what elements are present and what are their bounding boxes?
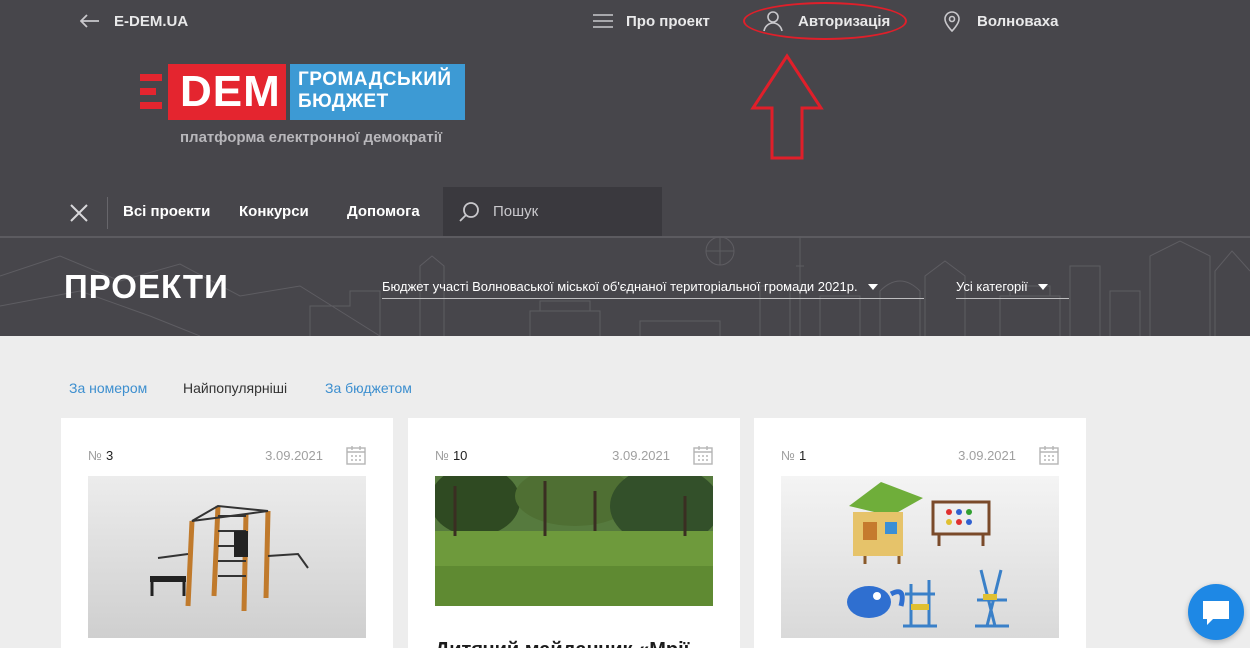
search-box[interactable]: [443, 187, 662, 236]
project-date: 3.09.2021: [265, 448, 323, 463]
projects-hero: ПРОЕКТИ Бюджет участі Волноваської міськ…: [0, 236, 1250, 336]
logo-budget-line1: ГРОМАДСЬКИЙ: [298, 69, 452, 90]
project-card[interactable]: № 3 3.09.2021: [61, 418, 393, 648]
about-link-label: Про проект: [626, 12, 710, 30]
close-icon[interactable]: [66, 200, 92, 226]
logo-budget-text: ГРОМАДСЬКИЙ БЮДЖЕТ: [298, 69, 468, 113]
project-number: № 10: [435, 448, 467, 463]
category-select-value: Усі категорії: [956, 279, 1028, 294]
calendar-icon: [693, 446, 713, 465]
menu-lines-icon: [593, 14, 613, 28]
city-label: Волноваха: [977, 12, 1059, 30]
logo-stripe: [140, 88, 156, 95]
sort-most-popular[interactable]: Найпопулярніші: [183, 380, 287, 396]
number-prefix: №: [88, 448, 102, 463]
project-image-playground-equipment[interactable]: [781, 476, 1059, 638]
number-value: 10: [452, 448, 468, 463]
logo-stripe: [140, 74, 162, 81]
calendar-icon: [1039, 446, 1059, 465]
site-header: E-DEM.UA Про проект Авторизація Волновах…: [0, 0, 1250, 236]
chat-bubble-icon: [1203, 601, 1229, 625]
nav-contests[interactable]: Конкурси: [239, 203, 309, 220]
budget-select[interactable]: Бюджет участі Волноваської міської об'єд…: [382, 279, 924, 299]
logo-budget-line2: БЮДЖЕТ: [298, 91, 389, 112]
sort-by-budget[interactable]: За бюджетом: [325, 380, 412, 396]
budget-select-value: Бюджет участі Волноваської міської об'єд…: [382, 279, 858, 294]
logo-subtitle: платформа електронної демократії: [180, 129, 443, 146]
chevron-down-icon: [867, 283, 878, 290]
nav-help[interactable]: Допомога: [347, 203, 420, 220]
search-icon[interactable]: [457, 200, 481, 224]
project-card[interactable]: №10 3.09.2021 Дитячий майданчик «Мрії: [408, 418, 740, 648]
project-card[interactable]: № 1 3.09.2021: [754, 418, 1086, 648]
project-image-park-meadow[interactable]: [435, 476, 713, 638]
arrow-left-icon: [80, 14, 99, 28]
project-image-workout-station[interactable]: [88, 476, 366, 638]
chevron-down-icon: [1037, 283, 1048, 290]
project-number: № 3: [88, 448, 113, 463]
site-logo[interactable]: DEM ГРОМАДСЬКИЙ БЮДЖЕТ: [140, 62, 470, 122]
logo-stripe: [140, 102, 162, 109]
page-title: ПРОЕКТИ: [64, 268, 229, 305]
city-selector-link[interactable]: Волноваха: [943, 8, 1058, 34]
sort-by-number[interactable]: За номером: [69, 380, 147, 396]
category-select[interactable]: Усі категорії: [956, 279, 1069, 299]
calendar-icon: [346, 446, 366, 465]
chat-button[interactable]: [1188, 584, 1244, 640]
nav-divider: [107, 197, 108, 229]
map-pin-icon: [944, 11, 960, 32]
number-value: 1: [798, 448, 807, 463]
project-number: № 1: [781, 448, 806, 463]
auth-highlight-oval: [743, 2, 907, 40]
project-date: 3.09.2021: [612, 448, 670, 463]
number-prefix: №: [435, 448, 449, 463]
back-link-label: E-DEM.UA: [114, 12, 189, 30]
number-value: 3: [105, 448, 114, 463]
logo-dem-text: DEM: [180, 67, 281, 116]
project-date: 3.09.2021: [958, 448, 1016, 463]
about-project-link[interactable]: Про проект: [592, 8, 710, 34]
back-to-edem-link[interactable]: E-DEM.UA: [80, 8, 188, 34]
number-prefix: №: [781, 448, 795, 463]
annotation-arrow-up-icon: [750, 53, 824, 160]
nav-all-projects[interactable]: Всі проекти: [123, 203, 210, 220]
project-title[interactable]: Дитячий майданчик «Мрії: [435, 639, 689, 648]
search-input[interactable]: [493, 203, 643, 220]
